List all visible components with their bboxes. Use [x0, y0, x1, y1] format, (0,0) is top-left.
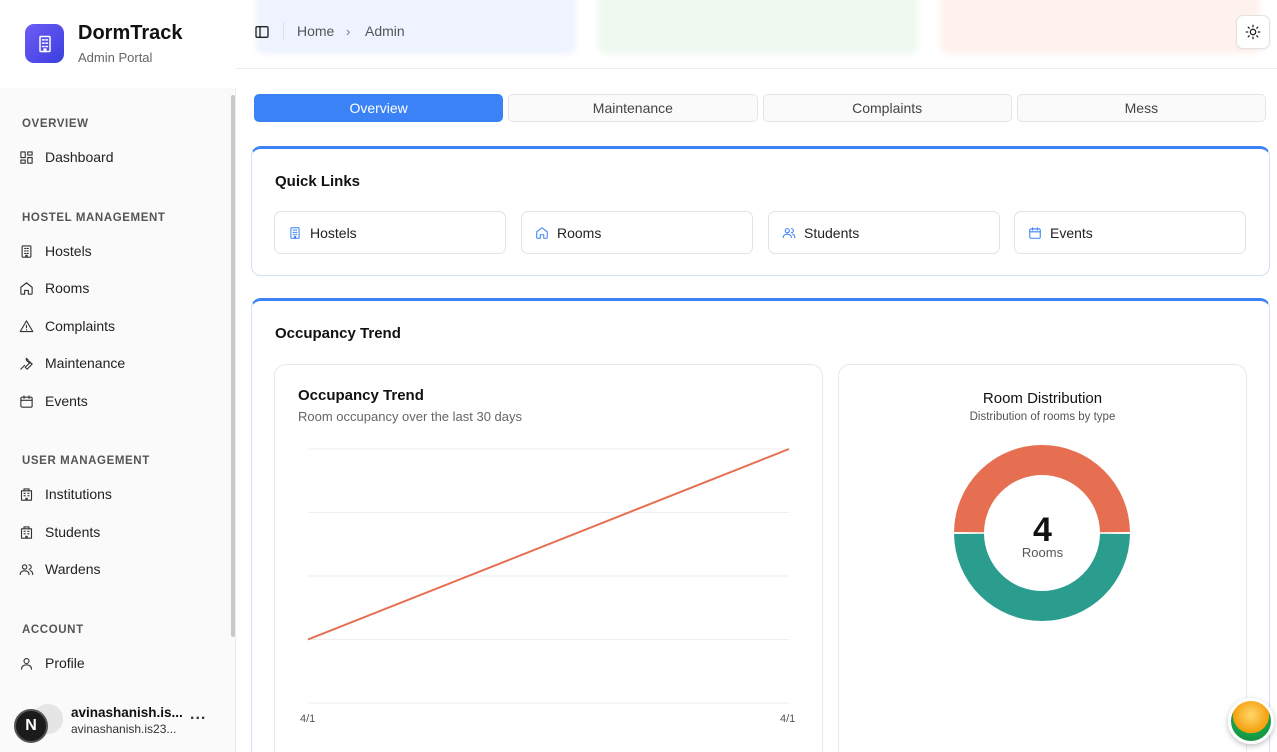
- building-icon: [21, 244, 32, 258]
- tab-bar: Overview Maintenance Complaints Mess: [254, 94, 1266, 122]
- theme-toggle-button[interactable]: [1236, 15, 1270, 49]
- calendar-icon: [20, 394, 33, 408]
- more-options-icon[interactable]: ...: [190, 706, 206, 724]
- calendar-icon: [1029, 226, 1041, 239]
- sidebar-item-label: Students: [45, 524, 101, 540]
- brand-header: DormTrack Admin Portal: [0, 0, 236, 88]
- sidebar-item-label: Wardens: [45, 561, 101, 577]
- occupancy-chart-card: Occupancy Trend Room occupancy over the …: [274, 364, 823, 752]
- quick-link-rooms[interactable]: Rooms: [521, 211, 753, 254]
- sidebar-item-maintenance[interactable]: Maintenance: [10, 347, 220, 379]
- section-label-hostel-management: HOSTEL MANAGEMENT: [22, 212, 166, 224]
- building-icon: [290, 226, 300, 239]
- dashboard-icon: [20, 150, 33, 164]
- quick-links-card: Quick Links Hostels Rooms Students Event…: [251, 146, 1270, 276]
- quick-link-label: Rooms: [557, 224, 602, 241]
- x-tick-label: 4/1: [300, 713, 316, 725]
- section-label-overview: OVERVIEW: [22, 118, 89, 130]
- user-icon: [20, 657, 33, 670]
- home-icon: [536, 226, 548, 239]
- quick-link-label: Students: [804, 224, 860, 241]
- tab-complaints[interactable]: Complaints: [762, 94, 1012, 122]
- institution-icon: [20, 525, 33, 539]
- sidebar-item-label: Rooms: [45, 280, 90, 296]
- user-menu[interactable]: N avinashanish.is... avinashanish.is23..…: [0, 694, 232, 752]
- assistant-avatar-button[interactable]: [1228, 698, 1274, 744]
- card-title: Occupancy Trend: [275, 325, 401, 342]
- user-badge[interactable]: N: [14, 709, 48, 743]
- sidebar-item-institutions[interactable]: Institutions: [10, 478, 220, 510]
- sidebar-scrollbar[interactable]: [231, 95, 235, 637]
- sidebar: DormTrack Admin Portal OVERVIEW Dashboar…: [0, 0, 236, 752]
- quick-link-students[interactable]: Students: [768, 211, 1000, 254]
- sidebar-item-students[interactable]: Students: [10, 516, 220, 548]
- tab-overview[interactable]: Overview: [254, 94, 504, 122]
- divider: [283, 22, 284, 40]
- background-blur: [940, 0, 1260, 54]
- sidebar-item-wardens[interactable]: Wardens: [10, 553, 220, 585]
- series-line: [307, 448, 790, 641]
- topbar: Home › Admin: [236, 0, 1277, 69]
- sidebar-item-label: Maintenance: [45, 355, 126, 371]
- users-icon: [782, 227, 796, 238]
- sidebar-item-label: Hostels: [45, 243, 92, 259]
- quick-link-hostels[interactable]: Hostels: [274, 211, 506, 254]
- sidebar-toggle-icon[interactable]: [254, 24, 270, 40]
- alert-triangle-icon: [19, 319, 34, 332]
- background-blur: [598, 0, 918, 54]
- occupancy-line-chart: [307, 448, 790, 704]
- chevron-right-icon: ›: [346, 24, 351, 39]
- tab-maintenance[interactable]: Maintenance: [508, 94, 758, 122]
- tab-mess[interactable]: Mess: [1016, 94, 1266, 122]
- user-name: avinashanish.is...: [71, 705, 183, 720]
- sidebar-item-events[interactable]: Events: [10, 385, 220, 417]
- app-subtitle: Admin Portal: [78, 50, 153, 65]
- app-title: DormTrack: [78, 22, 183, 44]
- room-distribution-card: Room Distribution Distribution of rooms …: [838, 364, 1247, 752]
- card-title: Quick Links: [275, 173, 361, 190]
- sidebar-item-dashboard[interactable]: Dashboard: [10, 141, 220, 173]
- institution-icon: [20, 487, 33, 501]
- donut-center-label: Rooms: [1021, 545, 1064, 560]
- wrench-icon: [20, 357, 33, 370]
- quick-link-label: Events: [1050, 224, 1093, 241]
- occupancy-card: Occupancy Trend Occupancy Trend Room occ…: [251, 298, 1270, 752]
- breadcrumb-current: Admin: [365, 23, 405, 39]
- sidebar-item-label: Complaints: [45, 318, 116, 334]
- sidebar-item-label: Institutions: [45, 486, 112, 502]
- building-icon: [25, 24, 64, 63]
- sidebar-item-profile[interactable]: Profile: [10, 647, 220, 679]
- x-tick-label: 4/1: [780, 713, 796, 725]
- section-label-account: ACCOUNT: [22, 624, 84, 636]
- user-email: avinashanish.is23...: [71, 722, 177, 736]
- sidebar-item-hostels[interactable]: Hostels: [10, 235, 220, 267]
- sidebar-item-label: Profile: [45, 655, 85, 671]
- quick-link-events[interactable]: Events: [1014, 211, 1246, 254]
- section-label-user-management: USER MANAGEMENT: [22, 455, 150, 467]
- sidebar-item-label: Dashboard: [45, 149, 114, 165]
- breadcrumb-home[interactable]: Home: [297, 23, 334, 39]
- sidebar-item-complaints[interactable]: Complaints: [10, 310, 220, 342]
- quick-link-label: Hostels: [310, 224, 357, 241]
- users-icon: [19, 563, 34, 575]
- sun-icon: [1245, 24, 1261, 40]
- sidebar-item-rooms[interactable]: Rooms: [10, 272, 220, 304]
- sidebar-item-label: Events: [45, 393, 88, 409]
- home-icon: [20, 281, 33, 295]
